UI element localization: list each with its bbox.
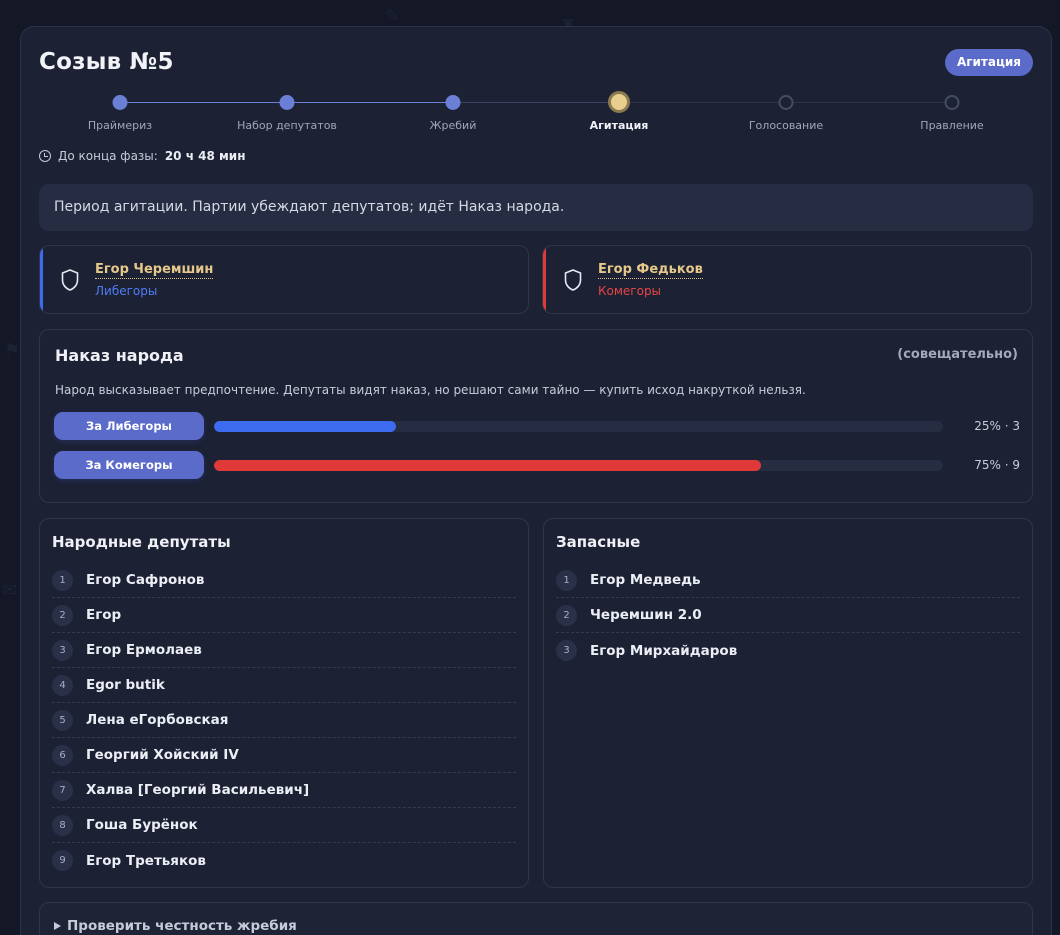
list-item-number: 7 [52,779,73,801]
page-title: Созыв №5 [39,49,174,75]
mandate-title: Наказ народа [55,346,184,365]
party-card-komegory: Егор Федьков Комегоры [542,245,1032,314]
vote-progress-track [214,421,943,432]
reserves-list: 1 Егор Медведь 2 Черемшин 2.0 3 Егор Мирхайда… [556,563,1020,668]
list-item-number: 2 [52,604,73,626]
mandate-advisory-note: (совещательно) [897,347,1018,362]
step-label-governance: Правление [920,119,984,132]
list-item-name: Egor butik [86,677,165,693]
disclosure-triangle-icon [54,922,61,930]
step-label-lottery: Жребий [429,119,477,132]
list-item-number: 2 [556,604,577,626]
list-item: 6 Георгий Хойский IV [52,738,516,773]
timer-value: 20 ч 48 мин [164,149,246,163]
list-item: 7 Халва [Георгий Васильевич] [52,773,516,808]
list-item-name: Егор Мирхайдаров [590,642,738,659]
list-item: 3 Егор Ермолаев [52,633,516,668]
people-mandate-panel: Наказ народа (совещательно) Народ высказ… [39,329,1033,503]
deputies-panel: Народные депутаты 1 Егор Сафронов 2 Егор 3 Ег… [39,518,529,888]
convocation-card: Созыв №5 Агитация Праймериз Набор депута… [20,26,1052,935]
list-item: 1 Егор Сафронов [52,563,516,598]
list-item: 1 Егор Медведь [556,563,1020,598]
list-item-number: 3 [52,639,73,661]
party-card-libegory: Егор Черемшин Либегоры [39,245,529,314]
party-leader-link[interactable]: Егор Федьков [598,262,703,279]
list-item: 9 Егор Третьяков [52,843,516,878]
shield-icon [564,269,582,291]
vote-row-komegory: За Комегоры 75% · 9 [54,451,1020,479]
list-item-name: Егор [86,607,122,623]
list-item-name: Егор Ермолаев [86,642,202,658]
step-label-primaries: Праймериз [87,119,153,132]
lottery-fairness-details[interactable]: Проверить честность жребия [39,902,1033,935]
background-doodle: ✎ [385,6,401,27]
list-item-name: Черемшин 2.0 [590,607,702,623]
list-item-number: 1 [52,569,73,591]
timer-label: До конца фазы: [58,149,158,163]
list-item-number: 9 [52,850,73,871]
phase-info: Период агитации. Партии убеждают депутат… [39,184,1033,231]
party-accent [543,246,546,313]
list-item-number: 8 [52,814,73,836]
vote-row-libegory: За Либегоры 25% · 3 [54,412,1020,440]
phase-timer: До конца фазы: 20 ч 48 мин [39,149,246,163]
vote-progress-track [214,460,943,471]
vote-libegory-button[interactable]: За Либегоры [54,412,204,440]
vote-share-label: 25% · 3 [974,419,1020,433]
party-name: Либегоры [95,284,158,298]
vote-share-label: 75% · 9 [974,458,1020,472]
step-dot-voting [778,95,794,110]
mandate-description: Народ высказывает предпочтение. Депутаты… [55,383,806,397]
list-item-name: Халва [Георгий Васильевич] [86,782,310,798]
deputies-list: 1 Егор Сафронов 2 Егор 3 Егор Ермолаев 4 Egor b… [52,563,516,878]
party-name: Комегоры [598,284,662,298]
step-dot-governance [944,95,960,110]
party-accent [40,246,43,313]
list-item-name: Лена еГорбовская [86,712,229,728]
background-doodle: ✉ [2,580,18,601]
reserves-panel: Запасные 1 Егор Медведь 2 Черемшин 2.0 3 Егор… [543,518,1033,888]
list-item: 5 Лена еГорбовская [52,703,516,738]
shield-icon [61,269,79,291]
vote-progress-fill [214,460,761,471]
list-item: 2 Черемшин 2.0 [556,598,1020,633]
list-item: 8 Гоша Бурёнок [52,808,516,843]
background-doodle: ⚑ [4,340,21,361]
list-item: 2 Егор [52,598,516,633]
step-dot-recruitment [279,95,295,110]
step-dot-primaries [112,95,128,110]
list-item: 3 Егор Мирхайдаров [556,633,1020,668]
details-summary[interactable]: Проверить честность жребия [54,918,297,934]
step-label-voting: Голосование [748,119,824,132]
phase-stepper: Праймериз Набор депутатов Жребий Агитаци… [21,91,1053,133]
party-leader-link[interactable]: Егор Черемшин [95,262,214,279]
vote-progress-fill [214,421,397,432]
details-summary-label: Проверить честность жребия [67,918,297,934]
step-dot-lottery [445,95,461,110]
reserves-title: Запасные [556,533,641,551]
list-item-number: 3 [556,640,577,661]
list-item-number: 1 [556,569,577,591]
stepper-line-partial [453,102,619,103]
phase-badge: Агитация [944,49,1033,76]
list-item-name: Егор Сафронов [86,572,205,588]
list-item-name: Егор Третьяков [86,852,206,869]
clock-icon [39,150,51,162]
list-item-name: Георгий Хойский IV [86,747,239,763]
step-dot-campaign [608,91,630,113]
vote-komegory-button[interactable]: За Комегоры [54,451,204,479]
step-label-campaign: Агитация [589,119,649,132]
list-item: 4 Egor butik [52,668,516,703]
list-item-number: 4 [52,674,73,696]
step-label-recruitment: Набор депутатов [237,119,337,132]
list-item-number: 6 [52,744,73,766]
list-item-number: 5 [52,709,73,731]
list-item-name: Гоша Бурёнок [86,817,198,833]
list-item-name: Егор Медведь [590,572,701,588]
deputies-title: Народные депутаты [52,533,231,551]
